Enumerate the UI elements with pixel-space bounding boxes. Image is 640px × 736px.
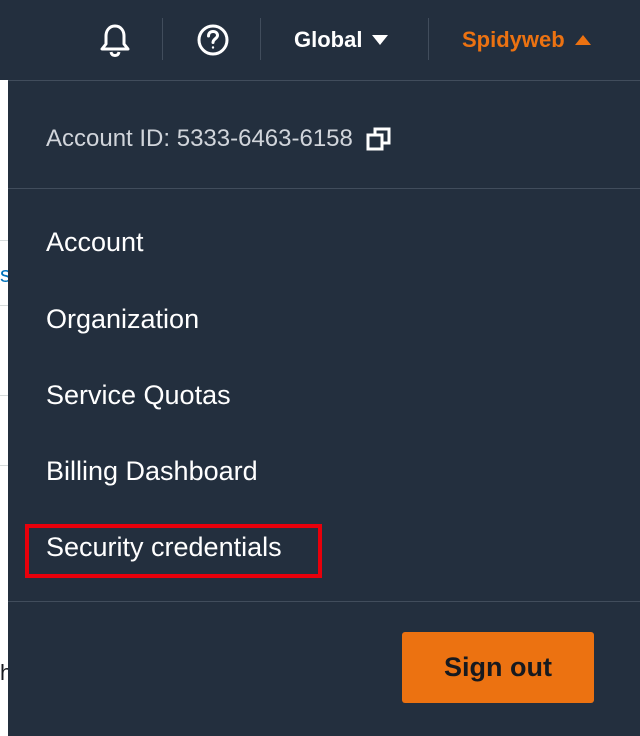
background-text-fragment: s [0,262,8,287]
nav-separator [428,18,429,60]
nav-separator [260,18,261,60]
menu-item-security-credentials[interactable]: Security credentials [46,527,282,567]
help-circle-icon[interactable] [195,20,231,60]
sign-out-button[interactable]: Sign out [402,632,594,703]
background-divider [0,240,8,241]
menu-item-service-quotas[interactable]: Service Quotas [46,375,231,415]
background-divider [0,305,8,306]
menu-divider [8,601,640,602]
account-id-label: Account ID: 5333-6463-6158 [46,125,353,152]
region-selector[interactable]: Global [294,22,389,58]
region-label: Global [294,27,363,52]
nav-separator [162,18,163,60]
menu-divider [8,188,640,189]
background-divider [0,395,8,396]
account-menu-toggle[interactable]: Spidyweb [462,22,591,58]
menu-item-organization[interactable]: Organization [46,299,199,339]
copy-icon[interactable] [365,125,393,153]
background-text-fragment: h [0,660,8,685]
caret-up-icon [574,35,591,45]
menu-item-billing-dashboard[interactable]: Billing Dashboard [46,451,258,491]
menu-item-account[interactable]: Account [46,222,144,262]
bell-icon[interactable] [97,20,133,60]
account-id-row: Account ID: 5333-6463-6158 [46,121,393,157]
background-divider [0,465,8,466]
account-dropdown-menu: Account ID: 5333-6463-6158 Account Organ… [8,80,640,736]
account-username: Spidyweb [462,27,565,52]
top-navigation-bar: Global Spidyweb [0,0,640,80]
caret-down-icon [372,35,389,45]
